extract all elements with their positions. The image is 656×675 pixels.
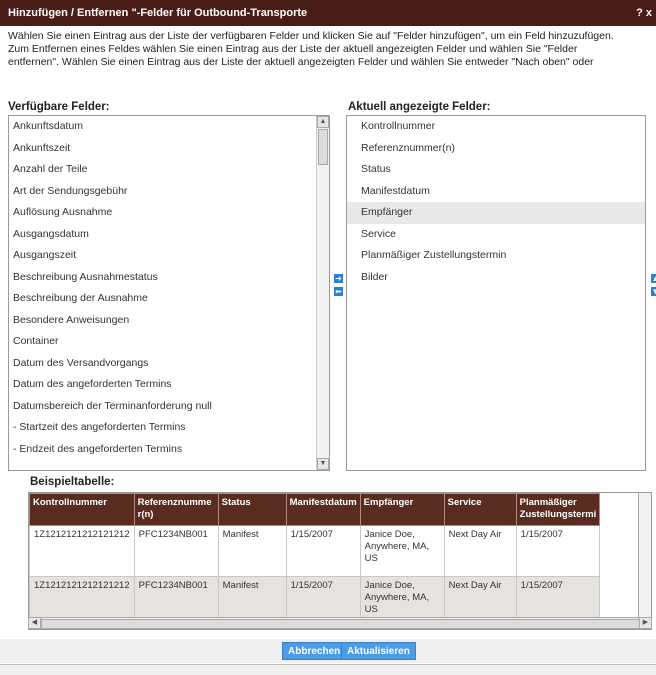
instruction-line: Wählen Sie einen Eintrag aus der Liste d… (8, 30, 614, 42)
table-column-header: Empfänger (359, 493, 445, 526)
available-field-item[interactable]: Beschreibung Ausnahmestatus (9, 267, 329, 289)
table-horizontal-scrollbar[interactable]: ◀ ▶ (28, 617, 652, 629)
dialog-title: Hinzufügen / Entfernen "-Felder für Outb… (8, 7, 308, 19)
table-column-header: Status (217, 493, 287, 526)
current-field-item[interactable]: Bilder (347, 267, 645, 289)
add-field-arrow-right-icon[interactable]: ➜ (334, 274, 343, 283)
current-field-item[interactable]: Planmäßiger Zustellungstermin (347, 245, 645, 267)
available-field-item[interactable]: Anzahl der Teile (9, 159, 329, 181)
remove-field-arrow-left-icon[interactable]: ⬅ (334, 287, 343, 296)
instruction-line: entfernen". Wählen Sie einen Eintrag aus… (8, 56, 594, 68)
current-field-item[interactable]: Kontrollnummer (347, 116, 645, 138)
available-field-item[interactable]: Beschreibung der Ausnahme (9, 288, 329, 310)
available-field-item[interactable]: Ankunftszeit (9, 138, 329, 160)
table-column-header: Planmäßiger Zustellungstermi (515, 493, 601, 526)
table-column-header: Referenznumme r(n) (133, 493, 219, 526)
available-field-item[interactable]: Datum des Versandvorgangs (9, 353, 329, 375)
table-cell: 1/15/2007 (285, 525, 361, 577)
scroll-thumb[interactable] (318, 129, 328, 165)
table-cell: Janice Doe, Anywhere, MA, US (359, 525, 445, 577)
current-fields-list[interactable]: Kontrollnummer Referenznummer(n) Status Man… (346, 115, 646, 471)
available-fields-label: Verfügbare Felder: (8, 101, 110, 113)
available-field-item[interactable]: Art der Sendungsgebühr (9, 181, 329, 203)
instructions-text: Wählen Sie einen Eintrag aus der Liste d… (8, 30, 656, 69)
instruction-line: Zum Entfernen eines Feldes wählen Sie ei… (8, 43, 578, 55)
current-field-item[interactable]: Manifestdatum (347, 181, 645, 203)
update-button[interactable]: Aktualisieren (341, 642, 416, 660)
current-field-item[interactable]: Status (347, 159, 645, 181)
current-fields-label: Aktuell angezeigte Felder: (348, 101, 491, 113)
sample-table-container: Kontrollnummer Referenznumme r(n) Status Ma… (28, 492, 652, 630)
table-cell: PFC1234NB001 (133, 525, 219, 577)
scroll-thumb[interactable] (41, 619, 641, 629)
available-fields-list[interactable]: Ankunftsdatum Ankunftszeit Anzahl der Teil… (8, 115, 330, 471)
available-field-item[interactable]: Auflösung Ausnahme (9, 202, 329, 224)
scroll-up-icon[interactable]: ▲ (317, 116, 329, 128)
move-up-arrow-icon[interactable]: ▲ (651, 274, 656, 283)
available-field-item[interactable]: - Endzeit des angeforderten Termins (9, 439, 329, 461)
available-field-item[interactable]: - Startzeit des angeforderten Termins (9, 417, 329, 439)
table-column-header: Manifestdatum (285, 493, 361, 526)
current-field-item[interactable]: Empfänger (347, 202, 645, 224)
table-column-header: Service (443, 493, 517, 526)
table-cell: Next Day Air (443, 525, 517, 577)
scroll-right-icon[interactable]: ▶ (639, 618, 651, 628)
available-field-item[interactable]: Besondere Anweisungen (9, 310, 329, 332)
table-cell: 1/15/2007 (515, 525, 601, 577)
help-close-icon[interactable]: ? x (636, 0, 652, 26)
current-field-item[interactable]: Referenznummer(n) (347, 138, 645, 160)
available-field-item[interactable]: Ausgangsdatum (9, 224, 329, 246)
available-field-item[interactable]: Ausgangszeit (9, 245, 329, 267)
table-vertical-scrollbar[interactable] (638, 493, 651, 617)
scroll-down-icon[interactable]: ▼ (317, 458, 329, 470)
sample-table-label: Beispieltabelle: (30, 476, 115, 488)
available-list-scrollbar[interactable]: ▲ ▼ (316, 116, 329, 470)
sample-table: Kontrollnummer Referenznumme r(n) Status Ma… (29, 493, 601, 628)
dialog-titlebar: Hinzufügen / Entfernen "-Felder für Outb… (0, 0, 656, 26)
cancel-button[interactable]: Abbrechen (282, 642, 347, 660)
available-field-item[interactable]: Datumsbereich der Terminanforderung null (9, 396, 329, 418)
available-field-item[interactable]: Container (9, 331, 329, 353)
table-cell: Manifest (217, 525, 287, 577)
table-cell: 1Z1212121212121212 (29, 525, 135, 577)
available-field-item[interactable]: Ankunftsdatum (9, 116, 329, 138)
move-down-arrow-icon[interactable]: ▼ (651, 287, 656, 296)
window-horizontal-scrollbar[interactable] (0, 664, 656, 675)
table-column-header: Kontrollnummer (29, 493, 135, 526)
table-row: 1Z1212121212121212 PFC1234NB001 Manifest 1/… (29, 525, 601, 577)
current-field-item[interactable]: Service (347, 224, 645, 246)
scroll-left-icon[interactable]: ◀ (29, 618, 41, 628)
available-field-item[interactable]: Datum des angeforderten Termins (9, 374, 329, 396)
